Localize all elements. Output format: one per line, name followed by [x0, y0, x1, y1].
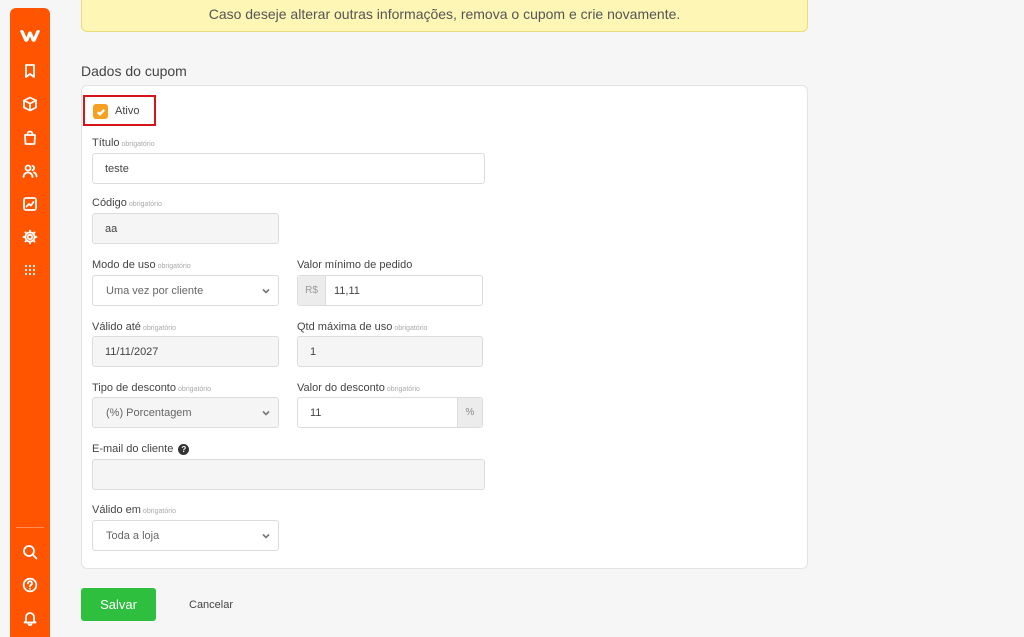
valido-ate-label-text: Válido até — [92, 321, 141, 333]
valido-em-label: Válido em obrigatório — [92, 504, 176, 516]
logo-icon[interactable] — [18, 25, 42, 45]
titulo-label: Título obrigatório — [92, 137, 155, 149]
tipo-desconto-label: Tipo de desconto obrigatório — [92, 382, 211, 394]
required-tag: obrigatório — [394, 325, 428, 332]
currency-prefix: R$ — [298, 276, 326, 305]
valor-minimo-label-text: Valor mínimo de pedido — [297, 259, 413, 271]
qtd-maxima-label: Qtd máxima de uso obrigatório — [297, 321, 427, 333]
qtd-maxima-value: 1 — [310, 345, 317, 358]
valor-desconto-input[interactable]: 11 % — [297, 397, 483, 428]
save-button[interactable]: Salvar — [81, 588, 156, 621]
codigo-input[interactable]: aa — [92, 213, 279, 244]
titulo-input[interactable]: teste — [92, 153, 485, 184]
bag-icon[interactable] — [20, 128, 40, 148]
gear-icon[interactable] — [20, 227, 40, 247]
tipo-desconto-select[interactable]: (%) Porcentagem — [92, 397, 279, 428]
percent-suffix: % — [457, 398, 482, 427]
required-tag: obrigatório — [121, 141, 155, 148]
valido-ate-input[interactable]: 11/11/2027 — [92, 336, 279, 367]
required-tag: obrigatório — [157, 263, 191, 270]
chart-icon[interactable] — [20, 194, 40, 214]
bell-icon[interactable] — [20, 608, 40, 628]
valido-ate-label: Válido até obrigatório — [92, 321, 176, 333]
required-tag: obrigatório — [386, 386, 420, 393]
required-tag: obrigatório — [177, 386, 212, 393]
modo-uso-select[interactable]: Uma vez por cliente — [92, 275, 279, 306]
question-circle-icon[interactable]: ? — [178, 444, 190, 455]
cancel-button[interactable]: Cancelar — [189, 599, 233, 611]
grid-icon[interactable] — [20, 260, 40, 280]
notice-text: Caso deseje alterar outras informações, … — [208, 6, 681, 22]
info-notice: Caso deseje alterar outras informações, … — [81, 0, 808, 32]
modo-uso-label-text: Modo de uso — [92, 259, 156, 271]
chevron-down-icon — [262, 409, 270, 417]
chevron-down-icon — [262, 287, 270, 295]
valor-minimo-value: 11,11 — [334, 284, 360, 297]
valor-desconto-label: Valor do desconto obrigatório — [297, 382, 420, 394]
titulo-label-text: Título — [92, 137, 120, 149]
chevron-down-icon — [262, 532, 270, 540]
section-title: Dados do cupom — [81, 63, 187, 79]
sidebar — [10, 8, 50, 637]
tipo-desconto-value: (%) Porcentagem — [106, 406, 192, 419]
valido-em-value: Toda a loja — [106, 529, 160, 542]
users-icon[interactable] — [20, 161, 40, 181]
check-icon — [96, 108, 105, 116]
modo-uso-value: Uma vez por cliente — [106, 284, 204, 297]
codigo-label-text: Código — [92, 197, 127, 209]
search-icon[interactable] — [20, 542, 40, 562]
required-tag: obrigatório — [142, 325, 177, 332]
qtd-maxima-input[interactable]: 1 — [297, 336, 483, 367]
codigo-value: aa — [105, 222, 118, 235]
qtd-maxima-label-text: Qtd máxima de uso — [297, 321, 393, 333]
sidebar-divider — [16, 527, 44, 528]
email-cliente-input[interactable] — [92, 459, 485, 490]
help-icon[interactable] — [20, 575, 40, 595]
bookmark-icon[interactable] — [20, 61, 40, 81]
valido-em-select[interactable]: Toda a loja — [92, 520, 279, 551]
required-tag: obrigatório — [128, 201, 162, 208]
active-checkbox-label[interactable]: Ativo — [115, 104, 139, 119]
box-icon[interactable] — [20, 94, 40, 114]
email-cliente-label: E-mail do cliente? — [92, 443, 190, 455]
modo-uso-label: Modo de uso obrigatório — [92, 259, 191, 271]
required-tag: obrigatório — [142, 508, 176, 515]
codigo-label: Código obrigatório — [92, 197, 162, 209]
email-cliente-label-text: E-mail do cliente — [92, 443, 174, 455]
valido-ate-value: 11/11/2027 — [105, 345, 159, 358]
valor-minimo-input[interactable]: R$ 11,11 — [297, 275, 483, 306]
tipo-desconto-label-text: Tipo de desconto — [92, 382, 176, 394]
titulo-value: teste — [105, 162, 129, 175]
valor-minimo-label: Valor mínimo de pedido — [297, 259, 412, 271]
valor-desconto-label-text: Valor do desconto — [297, 382, 385, 394]
active-checkbox[interactable] — [93, 104, 108, 119]
valor-desconto-value: 11 — [310, 406, 322, 419]
valido-em-label-text: Válido em — [92, 504, 141, 516]
